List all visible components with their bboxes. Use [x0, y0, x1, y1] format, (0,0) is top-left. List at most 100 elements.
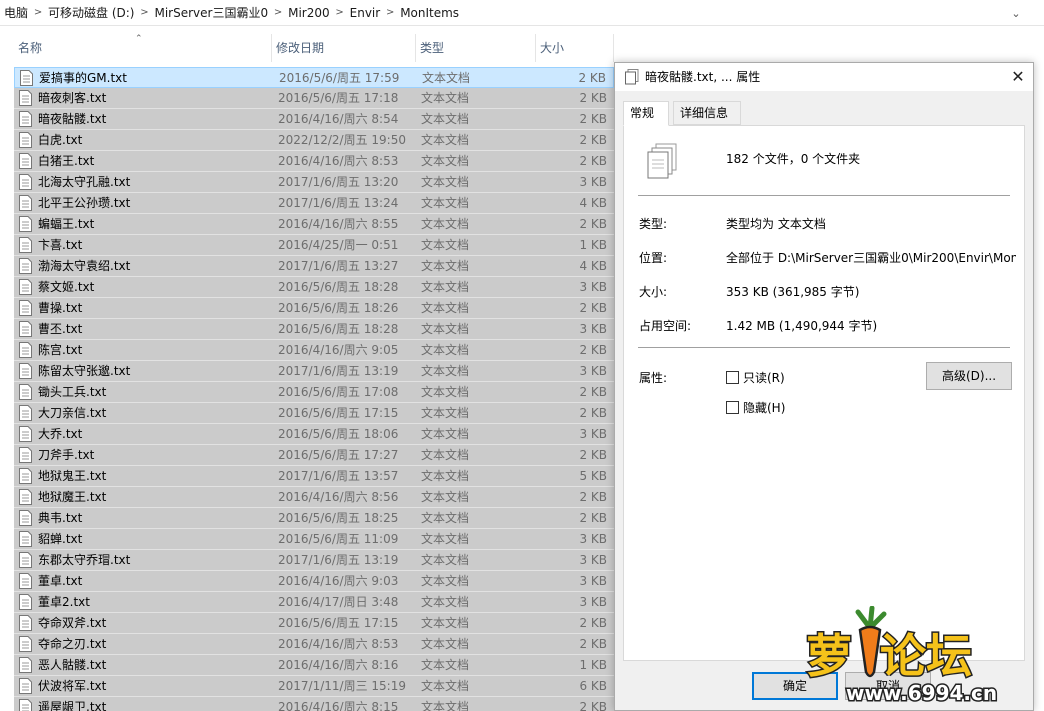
file-size: 2 KB	[579, 700, 607, 711]
file-row[interactable]: 北平王公孙瓒.txt 2017/1/6/周五 13:24 文本文档 4 KB	[14, 193, 614, 214]
text-file-icon	[19, 132, 32, 148]
file-row[interactable]: 蝙蝠王.txt 2016/4/16/周六 8:55 文本文档 2 KB	[14, 214, 614, 235]
hidden-label[interactable]: 隐藏(H)	[743, 399, 785, 416]
advanced-button[interactable]: 高级(D)...	[926, 362, 1012, 390]
file-row[interactable]: 渤海太守袁绍.txt 2017/1/6/周五 13:27 文本文档 4 KB	[14, 256, 614, 277]
column-header-size[interactable]: 大小	[536, 34, 614, 62]
file-type: 文本文档	[421, 406, 470, 420]
file-name: 曹操.txt	[38, 301, 83, 315]
file-type: 文本文档	[421, 112, 470, 126]
file-row[interactable]: 伏波将军.txt 2017/1/11/周三 15:19 文本文档 6 KB	[14, 676, 614, 697]
dialog-titlebar[interactable]: 暗夜骷髅.txt, ... 属性 ✕	[615, 63, 1033, 91]
file-row[interactable]: 陈留太守张邈.txt 2017/1/6/周五 13:19 文本文档 3 KB	[14, 361, 614, 382]
file-row[interactable]: 夺命之刃.txt 2016/4/16/周六 8:53 文本文档 2 KB	[14, 634, 614, 655]
file-row[interactable]: 暗夜刺客.txt 2016/5/6/周五 17:18 文本文档 2 KB	[14, 88, 614, 109]
file-row[interactable]: 遥屋龈卫.txt 2016/4/16/周六 8:15 文本文档 2 KB	[14, 697, 614, 711]
file-row[interactable]: 大乔.txt 2016/5/6/周五 18:06 文本文档 3 KB	[14, 424, 614, 445]
column-header-date[interactable]: 修改日期	[272, 34, 416, 62]
file-type: 文本文档	[421, 637, 470, 651]
breadcrumb-monitems[interactable]: MonItems	[396, 6, 463, 20]
text-file-icon	[19, 195, 32, 211]
size-value: 353 KB (361,985 字节)	[726, 285, 860, 299]
chevron-right-icon[interactable]: >	[32, 0, 44, 26]
file-name: 陈宫.txt	[38, 343, 83, 357]
chevron-right-icon[interactable]: >	[138, 0, 150, 26]
file-row[interactable]: 貂蝉.txt 2016/5/6/周五 11:09 文本文档 3 KB	[14, 529, 614, 550]
file-row[interactable]: 典韦.txt 2016/5/6/周五 18:25 文本文档 2 KB	[14, 508, 614, 529]
file-size: 2 KB	[579, 448, 607, 462]
text-file-icon	[19, 90, 32, 106]
text-file-icon	[19, 405, 32, 421]
breadcrumb-mir200[interactable]: Mir200	[284, 6, 334, 20]
file-row[interactable]: 地狱鬼王.txt 2017/1/6/周五 13:57 文本文档 5 KB	[14, 466, 614, 487]
file-date: 2016/5/6/周五 18:25	[278, 511, 399, 525]
text-file-icon	[19, 594, 32, 610]
file-row[interactable]: 陈宫.txt 2016/4/16/周六 9:05 文本文档 2 KB	[14, 340, 614, 361]
file-row[interactable]: 北海太守孔融.txt 2017/1/6/周五 13:20 文本文档 3 KB	[14, 172, 614, 193]
text-file-icon	[19, 447, 32, 463]
chevron-right-icon[interactable]: >	[272, 0, 284, 26]
breadcrumb-this-pc[interactable]: 电脑	[0, 4, 32, 21]
text-file-icon	[19, 342, 32, 358]
file-row[interactable]: 蔡文姬.txt 2016/5/6/周五 18:28 文本文档 3 KB	[14, 277, 614, 298]
disk-size-value: 1.42 MB (1,490,944 字节)	[726, 319, 878, 333]
type-label: 类型:	[639, 217, 668, 231]
chevron-right-icon[interactable]: >	[384, 0, 396, 26]
file-date: 2017/1/6/周五 13:19	[278, 553, 399, 567]
column-header-type[interactable]: 类型	[416, 34, 536, 62]
file-type: 文本文档	[421, 700, 470, 711]
readonly-label[interactable]: 只读(R)	[743, 369, 785, 386]
text-file-icon	[19, 552, 32, 568]
file-row[interactable]: 大刀亲信.txt 2016/5/6/周五 17:15 文本文档 2 KB	[14, 403, 614, 424]
column-header-name[interactable]: 名称	[14, 34, 272, 62]
text-file-icon	[19, 384, 32, 400]
file-row[interactable]: 董卓.txt 2016/4/16/周六 9:03 文本文档 3 KB	[14, 571, 614, 592]
file-date: 2016/5/6/周五 17:27	[278, 448, 399, 462]
file-row[interactable]: 刀斧手.txt 2016/5/6/周五 17:27 文本文档 2 KB	[14, 445, 614, 466]
file-row[interactable]: 暗夜骷髅.txt 2016/4/16/周六 8:54 文本文档 2 KB	[14, 109, 614, 130]
chevron-right-icon[interactable]: >	[334, 0, 346, 26]
file-row[interactable]: 曹操.txt 2016/5/6/周五 18:26 文本文档 2 KB	[14, 298, 614, 319]
file-date: 2017/1/6/周五 13:24	[278, 196, 399, 210]
file-row[interactable]: 卞喜.txt 2016/4/25/周一 0:51 文本文档 1 KB	[14, 235, 614, 256]
breadcrumb-server[interactable]: MirServer三国霸业0	[150, 4, 272, 21]
file-date: 2016/5/6/周五 17:18	[278, 91, 399, 105]
file-name: 遥屋龈卫.txt	[38, 700, 107, 711]
file-name: 董卓2.txt	[38, 595, 90, 609]
file-row[interactable]: 恶人骷髅.txt 2016/4/16/周六 8:16 文本文档 1 KB	[14, 655, 614, 676]
file-name: 曹丕.txt	[38, 322, 83, 336]
tab-details[interactable]: 详细信息	[673, 101, 741, 125]
address-bar[interactable]: 电脑 > 可移动磁盘 (D:) > MirServer三国霸业0 > Mir20…	[0, 0, 1044, 26]
file-size: 6 KB	[579, 679, 607, 693]
hidden-checkbox[interactable]	[726, 401, 739, 414]
file-size: 2 KB	[579, 406, 607, 420]
file-row[interactable]: 锄头工兵.txt 2016/5/6/周五 17:08 文本文档 2 KB	[14, 382, 614, 403]
file-row[interactable]: 白虎.txt 2022/12/2/周五 19:50 文本文档 2 KB	[14, 130, 614, 151]
tab-general[interactable]: 常规	[623, 101, 669, 126]
file-type: 文本文档	[421, 175, 470, 189]
readonly-checkbox[interactable]	[726, 371, 739, 384]
close-icon[interactable]: ✕	[1003, 63, 1033, 91]
file-row[interactable]: 夺命双斧.txt 2016/5/6/周五 17:15 文本文档 2 KB	[14, 613, 614, 634]
file-row[interactable]: 东郡太守乔瑁.txt 2017/1/6/周五 13:19 文本文档 3 KB	[14, 550, 614, 571]
breadcrumb-envir[interactable]: Envir	[346, 6, 385, 20]
file-size: 3 KB	[579, 427, 607, 441]
file-row[interactable]: 爱搞事的GM.txt 2016/5/6/周五 17:59 文本文档 2 KB	[14, 67, 614, 88]
breadcrumb-drive[interactable]: 可移动磁盘 (D:)	[44, 4, 138, 21]
file-list[interactable]: 爱搞事的GM.txt 2016/5/6/周五 17:59 文本文档 2 KB 暗夜刺客.…	[0, 67, 614, 711]
file-row[interactable]: 白猪王.txt 2016/4/16/周六 8:53 文本文档 2 KB	[14, 151, 614, 172]
file-row[interactable]: 董卓2.txt 2016/4/17/周日 3:48 文本文档 3 KB	[14, 592, 614, 613]
file-row[interactable]: 曹丕.txt 2016/5/6/周五 18:28 文本文档 3 KB	[14, 319, 614, 340]
file-name: 地狱魔王.txt	[38, 490, 107, 504]
file-date: 2016/5/6/周五 17:08	[278, 385, 399, 399]
file-date: 2016/5/6/周五 18:26	[278, 301, 399, 315]
file-type: 文本文档	[421, 196, 470, 210]
hidden-checkbox-row[interactable]: 隐藏(H)	[726, 399, 785, 416]
text-file-icon	[19, 174, 32, 190]
chevron-down-icon[interactable]: ⌄	[1006, 0, 1026, 26]
file-row[interactable]: 地狱魔王.txt 2016/4/16/周六 8:56 文本文档 2 KB	[14, 487, 614, 508]
readonly-checkbox-row[interactable]: 只读(R)	[726, 369, 785, 386]
text-file-icon	[625, 69, 639, 85]
svg-text:论坛: 论坛	[880, 629, 972, 683]
file-date: 2016/5/6/周五 18:28	[278, 280, 399, 294]
